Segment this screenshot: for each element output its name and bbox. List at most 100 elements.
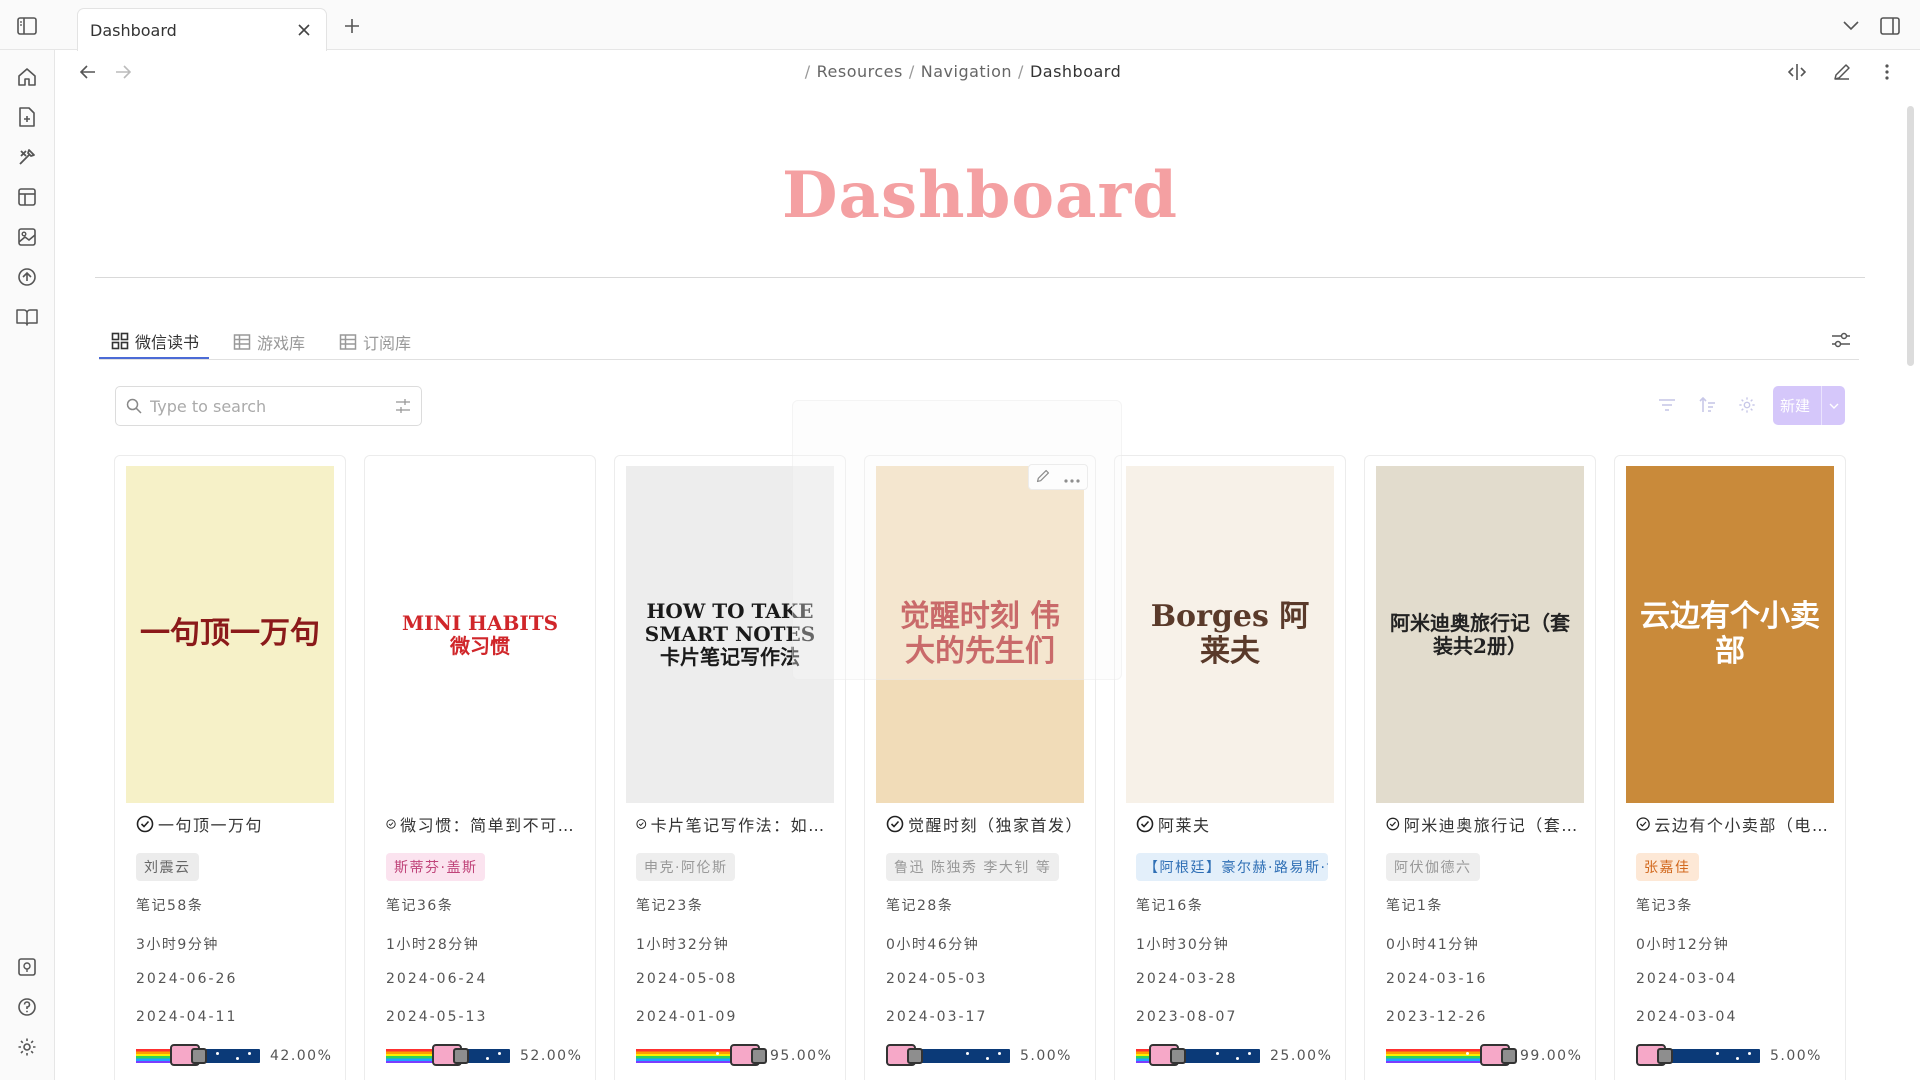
help-icon[interactable]: [14, 994, 40, 1020]
notes-count: 笔记28条: [886, 898, 954, 914]
reading-duration: 3小时9分钟: [136, 937, 219, 953]
star-dot: [998, 1052, 1001, 1055]
star-dot: [1236, 1057, 1239, 1060]
check-circle-icon: [386, 819, 396, 829]
star-dot: [1736, 1057, 1739, 1060]
author-chip: 【阿根廷】豪尔赫·路易斯·博尔赫斯: [1136, 853, 1328, 881]
new-tab-plus-icon[interactable]: [339, 13, 365, 39]
nyan-cat-icon: [730, 1044, 767, 1066]
scrollbar[interactable]: [1907, 106, 1914, 366]
view-tabs-divider: [99, 359, 1859, 360]
new-record-button[interactable]: 新建: [1773, 386, 1845, 425]
star-dot: [486, 1057, 489, 1060]
title-divider: [95, 277, 1865, 278]
notes-count: 笔记36条: [386, 898, 454, 914]
book-cover[interactable]: 云边有个小卖部: [1626, 466, 1834, 803]
start-read-date: 2023-12-26: [1386, 1009, 1488, 1025]
book-title-row[interactable]: 阿莱夫: [1136, 812, 1336, 836]
left-sidebar-toggle-icon[interactable]: [14, 13, 40, 39]
start-read-date: 2024-04-11: [136, 1009, 238, 1025]
check-circle-icon: [1136, 815, 1154, 833]
book-title-row[interactable]: 阿米迪奥旅行记（套装共2册）: [1386, 812, 1586, 836]
reading-progress: 99.00%: [1386, 1043, 1586, 1069]
book-title-row[interactable]: 一句顶一万句: [136, 812, 336, 836]
notes-count: 笔记3条: [1636, 898, 1693, 914]
book-cover-text: 阿米迪奥旅行记（套装共2册）: [1390, 610, 1570, 658]
nyan-cat-icon: [1480, 1044, 1517, 1066]
check-circle-icon: [1386, 817, 1400, 831]
breadcrumb-item-resources[interactable]: Resources: [817, 62, 903, 81]
drag-ghost-overlay: [792, 400, 1122, 680]
book-title: 卡片笔记写作法：如何实现从阅读到写作: [650, 816, 836, 835]
book-title: 云边有个小卖部（电影原著）: [1654, 816, 1836, 835]
notes-count: 笔记16条: [1136, 898, 1204, 914]
tab-title: Dashboard: [90, 20, 177, 40]
book-title-row[interactable]: 微习惯：简单到不可能失败的自我管理法则: [386, 812, 586, 836]
tab-subscriptions[interactable]: 订阅库: [327, 325, 421, 359]
left-ribbon: [0, 50, 55, 1080]
book-title-row[interactable]: 卡片笔记写作法：如何实现从阅读到写作: [636, 812, 836, 836]
new-note-icon[interactable]: [14, 104, 40, 130]
start-read-date: 2024-01-09: [636, 1009, 738, 1025]
search-input[interactable]: [150, 396, 387, 416]
author-chip: 鲁迅 陈独秀 李大钊 等: [886, 853, 1060, 881]
filter-icon[interactable]: [1654, 392, 1680, 418]
book-cover[interactable]: MINI HABITS 微习惯: [376, 466, 584, 803]
view-settings-sliders-icon[interactable]: [1828, 327, 1854, 353]
chevron-down-icon[interactable]: [1838, 13, 1864, 39]
book-cover[interactable]: 一句顶一万句: [126, 466, 334, 803]
chevron-down-icon[interactable]: [1821, 386, 1845, 425]
star-dot: [236, 1057, 239, 1060]
star-dot: [966, 1052, 969, 1055]
check-circle-icon: [886, 815, 904, 833]
book-card[interactable]: 云边有个小卖部 云边有个小卖部（电影原著） 张嘉佳 笔记3条 0小时12分钟 2…: [1614, 455, 1846, 1080]
book-open-icon[interactable]: [14, 304, 40, 330]
star-dot: [1748, 1052, 1751, 1055]
book-card[interactable]: 阿米迪奥旅行记（套装共2册） 阿米迪奥旅行记（套装共2册） 阿伏伽德六 笔记1条…: [1364, 455, 1596, 1080]
star-dot: [1466, 1052, 1469, 1055]
more-options-icon[interactable]: [1875, 60, 1899, 84]
nyan-cat-icon: [432, 1044, 469, 1066]
search-filter-icon[interactable]: [395, 398, 411, 414]
book-title-row[interactable]: 觉醒时刻（独家首发）: [886, 812, 1086, 836]
progress-percent: 25.00%: [1270, 1048, 1333, 1064]
book-card[interactable]: Borges 阿莱夫 阿莱夫 【阿根廷】豪尔赫·路易斯·博尔赫斯 笔记16条 1…: [1114, 455, 1346, 1080]
tab-dashboard[interactable]: Dashboard: [77, 8, 327, 51]
close-icon[interactable]: [294, 20, 314, 40]
settings-gear-icon[interactable]: [14, 1034, 40, 1060]
breadcrumb-current[interactable]: Dashboard: [1030, 62, 1121, 81]
progress-percent: 5.00%: [1020, 1048, 1072, 1064]
edit-pencil-icon[interactable]: [1830, 60, 1854, 84]
progress-bar: [886, 1044, 1010, 1066]
notes-count: 笔记58条: [136, 898, 204, 914]
reading-progress: 42.00%: [136, 1043, 336, 1069]
tools-icon[interactable]: [14, 144, 40, 170]
last-read-date: 2024-03-28: [1136, 971, 1238, 987]
start-read-date: 2024-03-04: [1636, 1009, 1738, 1025]
search-box[interactable]: [115, 386, 422, 426]
reading-mode-icon[interactable]: [1785, 60, 1809, 84]
star-dot: [1716, 1052, 1719, 1055]
breadcrumb-item-navigation[interactable]: Navigation: [921, 62, 1012, 81]
vault-switch-icon[interactable]: [14, 954, 40, 980]
image-icon[interactable]: [14, 224, 40, 250]
book-cover-text: 一句顶一万句: [140, 616, 320, 652]
book-cover[interactable]: Borges 阿莱夫: [1126, 466, 1334, 803]
start-read-date: 2024-03-17: [886, 1009, 988, 1025]
book-cover[interactable]: 阿米迪奥旅行记（套装共2册）: [1376, 466, 1584, 803]
right-sidebar-toggle-icon[interactable]: [1877, 13, 1903, 39]
reading-progress: 5.00%: [1636, 1043, 1836, 1069]
book-card[interactable]: 一句顶一万句 一句顶一万句 刘震云 笔记58条 3小时9分钟 2024-06-2…: [114, 455, 346, 1080]
book-card[interactable]: MINI HABITS 微习惯 微习惯：简单到不可能失败的自我管理法则 斯蒂芬·…: [364, 455, 596, 1080]
tab-game-library[interactable]: 游戏库: [221, 325, 315, 359]
book-title-row[interactable]: 云边有个小卖部（电影原著）: [1636, 812, 1836, 836]
sort-icon[interactable]: [1694, 392, 1720, 418]
tab-weread[interactable]: 微信读书: [99, 325, 210, 359]
reading-duration: 0小时46分钟: [886, 937, 980, 953]
view-gear-icon[interactable]: [1734, 392, 1760, 418]
upload-icon[interactable]: [14, 264, 40, 290]
new-record-label: 新建: [1780, 397, 1811, 415]
layout-icon[interactable]: [14, 184, 40, 210]
progress-percent: 99.00%: [1520, 1048, 1583, 1064]
progress-bar: [136, 1044, 260, 1066]
